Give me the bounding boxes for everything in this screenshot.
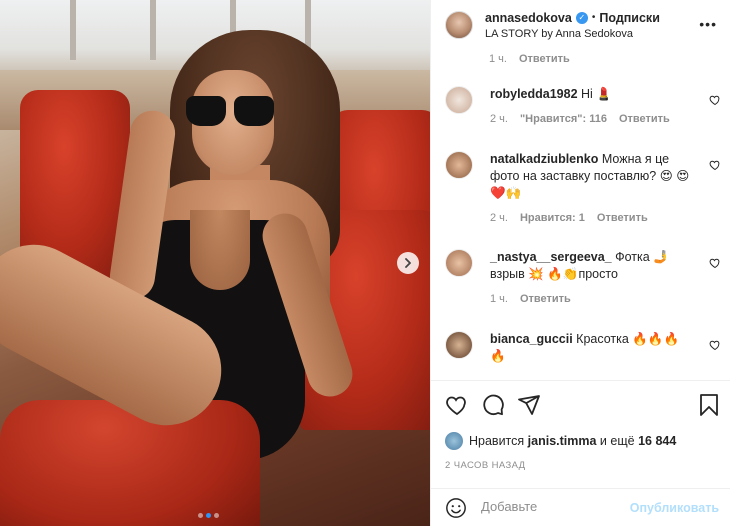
comments-list[interactable]: 1 ч. Ответить robyledda1982 Hi 💄 2 ч. "Н…	[431, 50, 730, 380]
comment-reply-button[interactable]: Ответить	[519, 53, 570, 65]
commenter-username[interactable]: natalkadziublenko	[490, 152, 598, 166]
carousel-next-button[interactable]	[397, 252, 419, 274]
comment-likes[interactable]: Нравится: 1	[520, 212, 585, 224]
emoji-smile-icon[interactable]	[445, 497, 467, 519]
like-comment-heart-icon[interactable]	[709, 159, 721, 171]
like-heart-icon[interactable]	[445, 393, 469, 417]
comment-time: 2 ч.	[490, 113, 508, 125]
commenter-avatar[interactable]	[445, 151, 473, 179]
commenter-avatar[interactable]	[445, 249, 473, 277]
post-photo[interactable]	[0, 0, 430, 526]
publish-button[interactable]: Опубликовать	[630, 501, 719, 515]
post-location[interactable]: LA STORY by Anna Sedokova	[485, 28, 660, 40]
post-header: annasedokova ✓ • Подписки LA STORY by An…	[431, 0, 730, 50]
likes-prefix: Нравится	[469, 434, 525, 448]
header-separator: •	[591, 12, 596, 23]
comment-item: natalkadziublenko Можна я це фото на зас…	[445, 151, 727, 224]
share-send-icon[interactable]	[517, 393, 541, 417]
liker-avatar	[445, 432, 463, 450]
post-date: 2 ЧАСОВ НАЗАД	[445, 460, 526, 471]
commenter-username[interactable]: bianca_guccii	[490, 332, 573, 346]
like-comment-heart-icon[interactable]	[709, 339, 721, 351]
likes-count[interactable]: 16 844	[638, 434, 676, 448]
comment-reply-button[interactable]: Ответить	[520, 293, 571, 305]
partial-comment-meta: 1 ч. Ответить	[489, 53, 570, 65]
likes-summary[interactable]: Нравится janis.timma и ещё 16 844	[445, 432, 676, 450]
comment-bubble-icon[interactable]	[481, 393, 505, 417]
commenter-avatar[interactable]	[445, 331, 473, 359]
like-comment-heart-icon[interactable]	[709, 94, 721, 106]
more-horizontal-icon[interactable]: •••	[699, 16, 717, 32]
author-username[interactable]: annasedokova	[485, 11, 572, 25]
comment-time: 2 ч.	[490, 212, 508, 224]
following-button[interactable]: Подписки	[599, 11, 660, 25]
commenter-avatar[interactable]	[445, 86, 473, 114]
photo-sunglasses	[186, 96, 276, 126]
post-side-panel: annasedokova ✓ • Подписки LA STORY by An…	[430, 0, 730, 526]
comment-reply-button[interactable]: Ответить	[597, 212, 648, 224]
comment-item: bianca_guccii Красотка 🔥🔥🔥 🔥	[445, 331, 727, 365]
comment-time: 1 ч.	[490, 293, 508, 305]
commenter-username[interactable]: _nastya__sergeeva_	[490, 250, 612, 264]
carousel-dots	[198, 513, 219, 518]
likes-middle: и ещё	[599, 434, 635, 448]
like-comment-heart-icon[interactable]	[709, 257, 721, 269]
bookmark-save-icon[interactable]	[697, 393, 721, 417]
comment-item: robyledda1982 Hi 💄 2 ч. "Нравится": 116 …	[445, 86, 727, 125]
comment-item: _nastya__sergeeva_ Фотка 🤳 взрыв 💥 🔥👏про…	[445, 249, 727, 305]
add-comment-bar: Опубликовать	[431, 488, 730, 526]
commenter-username[interactable]: robyledda1982	[490, 87, 578, 101]
comment-text: Hi 💄	[581, 87, 612, 101]
verified-badge-icon: ✓	[575, 11, 588, 24]
carousel-dot	[198, 513, 203, 518]
liker-username[interactable]: janis.timma	[528, 434, 597, 448]
carousel-dot	[214, 513, 219, 518]
chevron-right-icon	[405, 258, 411, 268]
post-actions-bar	[431, 380, 730, 428]
author-avatar[interactable]	[445, 11, 473, 39]
comment-likes[interactable]: "Нравится": 116	[520, 113, 607, 125]
photo-seat	[0, 400, 260, 526]
carousel-dot-active	[206, 513, 211, 518]
comment-time: 1 ч.	[489, 53, 507, 65]
add-comment-input[interactable]	[481, 499, 621, 514]
comment-reply-button[interactable]: Ответить	[619, 113, 670, 125]
